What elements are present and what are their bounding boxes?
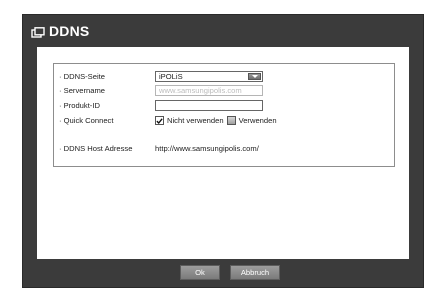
row-server-name: · Servername www.samsungipolis.com: [59, 85, 263, 96]
ddns-site-value: iPOLiS: [159, 72, 183, 81]
quick-connect-label: · Quick Connect: [59, 116, 114, 125]
host-address-value: http://www.samsungipolis.com/: [155, 144, 259, 153]
host-address-label: · DDNS Host Adresse: [59, 144, 133, 153]
dialog-title: DDNS: [49, 23, 90, 39]
chevron-down-icon[interactable]: [248, 73, 261, 80]
check-icon: [156, 117, 163, 124]
ddns-site-label: · DDNS-Seite: [59, 72, 105, 81]
quick-connect-off-checkbox[interactable]: [155, 116, 164, 125]
window-icon: [31, 26, 45, 38]
product-id-label: · Produkt-ID: [59, 101, 100, 110]
cancel-button[interactable]: Abbruch: [230, 265, 280, 280]
row-quick-connect: · Quick Connect Nicht verwenden Verwende…: [59, 115, 280, 126]
title-bar: DDNS: [23, 15, 423, 47]
server-name-placeholder: www.samsungipolis.com: [159, 86, 242, 95]
row-host-address: · DDNS Host Adresse http://www.samsungip…: [59, 143, 259, 154]
server-name-label: · Servername: [59, 86, 106, 95]
row-product-id: · Produkt-ID: [59, 100, 263, 111]
quick-connect-on-checkbox[interactable]: [226, 116, 236, 125]
ddns-dialog: DDNS · DDNS-Seite iPOLiS · Servername ww…: [22, 14, 424, 288]
server-name-input[interactable]: www.samsungipolis.com: [155, 85, 263, 96]
ddns-site-select[interactable]: iPOLiS: [155, 71, 263, 82]
content-panel: · DDNS-Seite iPOLiS · Servername www.sam…: [37, 47, 409, 259]
quick-connect-off-label[interactable]: Nicht verwenden: [167, 116, 224, 125]
ok-button[interactable]: Ok: [180, 265, 220, 280]
row-ddns-site: · DDNS-Seite iPOLiS: [59, 71, 263, 82]
settings-group: · DDNS-Seite iPOLiS · Servername www.sam…: [53, 63, 395, 167]
quick-connect-on-label[interactable]: Verwenden: [239, 116, 277, 125]
quick-connect-options: Nicht verwenden Verwenden: [155, 116, 280, 125]
product-id-input[interactable]: [155, 100, 263, 111]
